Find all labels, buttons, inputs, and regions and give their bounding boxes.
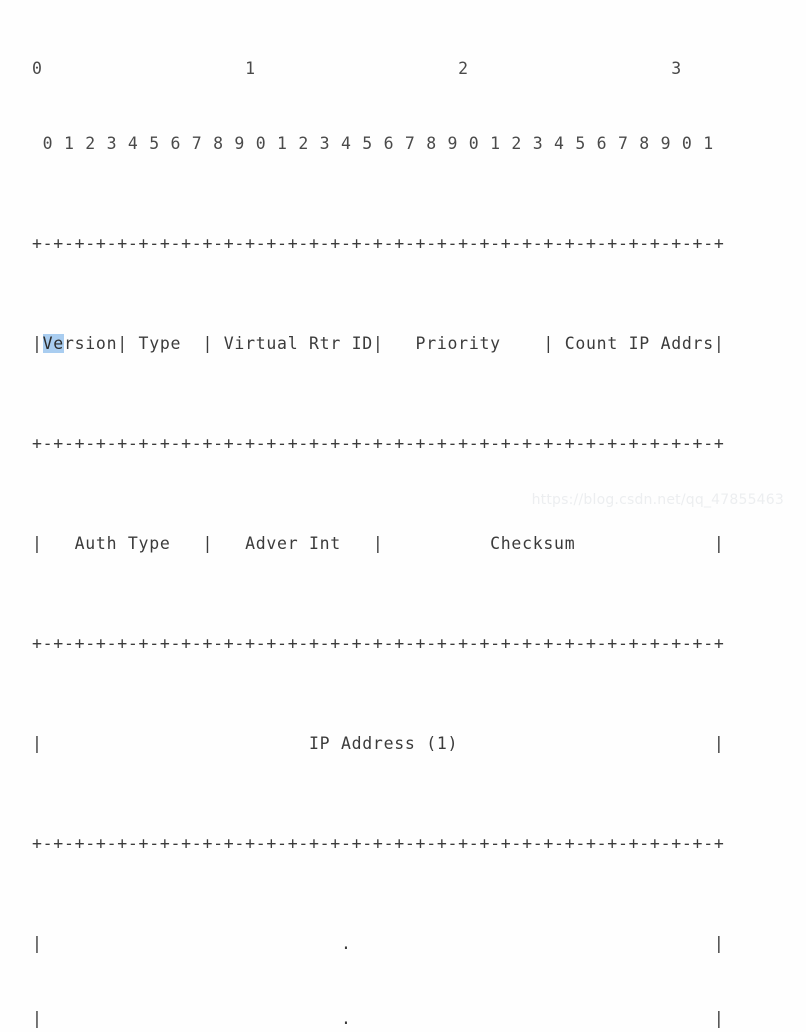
- separator-row-2: +-+-+-+-+-+-+-+-+-+-+-+-+-+-+-+-+-+-+-+-…: [32, 434, 725, 453]
- packet-format-diagram[interactable]: 0 1 2 3 0 1 2 3 4 5 6 7 8 9 0 1 2 3 4 5 …: [32, 6, 725, 1032]
- field-row-ip-address-1: | IP Address (1) |: [32, 734, 725, 753]
- field-row-version-type-vrid-priority-count[interactable]: |Version| Type | Virtual Rtr ID| Priorit…: [32, 331, 725, 356]
- ruler-tens-row: 0 1 2 3: [32, 59, 682, 78]
- row-prefix-pipe: |: [32, 334, 43, 353]
- field-row-authtype-adverint-checksum: | Auth Type | Adver Int | Checksum |: [32, 534, 725, 553]
- separator-row-3: +-+-+-+-+-+-+-+-+-+-+-+-+-+-+-+-+-+-+-+-…: [32, 634, 725, 653]
- ruler-units-row: 0 1 2 3 4 5 6 7 8 9 0 1 2 3 4 5 6 7 8 9 …: [32, 134, 714, 153]
- separator-row-4: +-+-+-+-+-+-+-+-+-+-+-+-+-+-+-+-+-+-+-+-…: [32, 834, 725, 853]
- field-row-ellipsis-2: | . |: [32, 1009, 725, 1028]
- watermark-text: https://blog.csdn.net/qq_47855463: [531, 492, 784, 508]
- field-row-ellipsis-1: | . |: [32, 934, 725, 953]
- selected-text-version[interactable]: Ve: [42, 334, 64, 353]
- separator-row-1: +-+-+-+-+-+-+-+-+-+-+-+-+-+-+-+-+-+-+-+-…: [32, 234, 725, 253]
- row-remainder: rsion| Type | Virtual Rtr ID| Priority |…: [63, 334, 725, 353]
